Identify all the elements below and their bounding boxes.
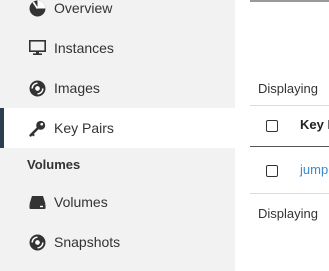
sidebar-item-label: Overview <box>54 0 113 16</box>
select-all-checkbox[interactable] <box>266 120 278 132</box>
sidebar-item-key-pairs[interactable]: Key Pairs <box>0 108 235 148</box>
hard-drive-icon <box>28 193 46 211</box>
row-checkbox[interactable] <box>266 165 278 177</box>
table-count-top: Displaying <box>258 81 318 96</box>
sidebar: Overview Instances Images Key Pairs Volu… <box>0 0 235 271</box>
app-root: Overview Instances Images Key Pairs Volu… <box>0 0 329 271</box>
table-count-bottom: Displaying <box>258 206 318 221</box>
disc-icon <box>28 79 46 97</box>
column-header-key-pair-name[interactable]: Key Pair Name <box>300 117 329 132</box>
dashboard-icon <box>28 0 46 17</box>
camera-disc-icon <box>28 233 46 251</box>
sidebar-item-volumes[interactable]: Volumes <box>0 182 235 222</box>
key-pair-link[interactable]: jumphost <box>300 162 329 177</box>
sidebar-item-label: Instances <box>54 40 114 56</box>
sidebar-item-instances[interactable]: Instances <box>0 28 235 68</box>
key-icon <box>28 119 46 137</box>
sidebar-item-label: Images <box>54 80 100 96</box>
sidebar-section-title-volumes: Volumes <box>27 157 81 172</box>
monitor-icon <box>28 39 46 57</box>
sidebar-item-overview[interactable]: Overview <box>0 0 235 28</box>
main-content: Displaying Key Pair Name jumphost Displa… <box>235 0 329 271</box>
sidebar-item-label: Volumes <box>54 194 108 210</box>
sidebar-item-label: Snapshots <box>54 234 121 250</box>
table-header-border <box>250 146 329 147</box>
header-divider <box>250 0 329 2</box>
sidebar-item-snapshots[interactable]: Snapshots <box>0 222 235 262</box>
table-top-border <box>250 105 329 106</box>
sidebar-item-images[interactable]: Images <box>0 68 235 108</box>
sidebar-item-label: Key Pairs <box>54 120 114 136</box>
table-bottom-border <box>250 193 329 194</box>
